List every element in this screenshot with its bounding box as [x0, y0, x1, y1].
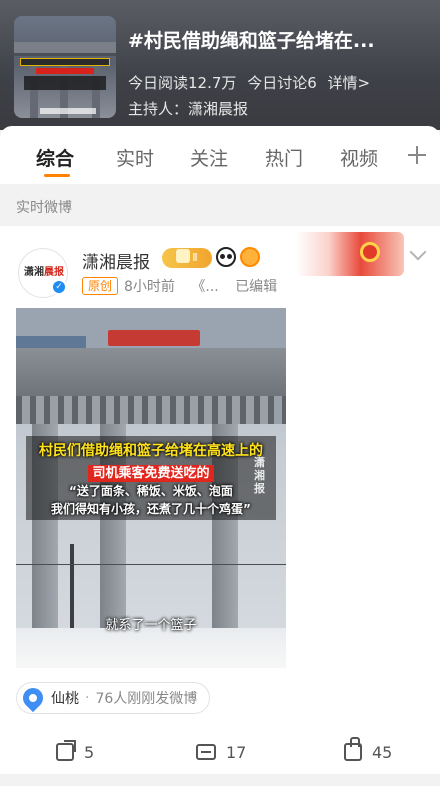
tab-video[interactable]: 视频	[340, 144, 378, 171]
verified-icon: ✓	[51, 279, 67, 295]
topic-thumbnail[interactable]	[14, 16, 116, 118]
video-truck	[108, 330, 200, 346]
topic-host: 主持人：潇湘晨报	[128, 100, 249, 118]
video-bridge-deck	[16, 348, 286, 396]
topic-reads: 今日阅读12.7万	[128, 74, 237, 92]
repost-button[interactable]: 5	[56, 740, 94, 764]
member-badge-level: Ⅱ	[192, 251, 198, 264]
thumbnail-caption-bar	[36, 68, 94, 74]
post-meta: 8小时前 《... 已编辑	[124, 276, 289, 296]
avatar-text-a: 潇湘	[24, 267, 44, 278]
tab-bar: 综合 实时 关注 热门 视频	[0, 126, 440, 184]
video-caption-highlight: 司机乘客免费送吃的	[88, 465, 214, 482]
chevron-down-icon[interactable]	[409, 243, 427, 261]
section-label: 实时微博	[0, 184, 440, 226]
flag-decoration	[296, 232, 404, 276]
video-bridge-railing	[16, 396, 286, 424]
video-caption-line3: “送了面条、稀饭、米饭、泡面	[69, 484, 233, 498]
video-truck	[16, 336, 86, 348]
post-source[interactable]: 《...	[191, 279, 218, 295]
thumbnail-caption-bar	[24, 76, 106, 90]
tab-realtime[interactable]: 实时	[116, 144, 154, 171]
share-icon	[56, 740, 76, 761]
location-separator: ·	[85, 690, 90, 706]
video-snow-ground	[16, 628, 286, 668]
thumbnail-bridge	[14, 42, 116, 56]
original-tag: 原创	[82, 277, 119, 295]
comment-count: 17	[226, 742, 247, 762]
post-edited[interactable]: 已编辑	[235, 279, 277, 295]
bird-icon[interactable]	[240, 247, 260, 267]
panda-icon[interactable]	[216, 247, 236, 267]
tab-comprehensive[interactable]: 综合	[36, 144, 74, 171]
like-button[interactable]: 45	[344, 737, 393, 764]
thumbnail-subtitle	[40, 108, 96, 114]
repost-count: 5	[84, 742, 95, 762]
active-tab-indicator	[44, 174, 70, 177]
post-time: 8小时前	[124, 279, 175, 295]
video-wire	[16, 564, 286, 565]
bottom-divider	[0, 774, 440, 786]
flag-emblem	[360, 242, 380, 262]
location-name: 仙桃	[51, 691, 79, 707]
video-caption-line1: 村民们借助绳和篮子给堵在高速上的	[39, 443, 263, 459]
plus-icon[interactable]	[408, 146, 426, 164]
topic-header: #村民借助绳和篮子给堵在... 今日阅读12.7万 今日讨论6 详情> 主持人：…	[0, 0, 440, 130]
thumbnail-caption-bar	[20, 58, 110, 66]
topic-title: #村民借助绳和篮子给堵在...	[128, 30, 375, 52]
topic-discussions: 今日讨论6	[247, 74, 317, 92]
author-name[interactable]: 潇湘晨报	[82, 248, 150, 273]
video-caption-line2: 司机乘客免费送吃的	[16, 462, 286, 482]
like-icon	[344, 737, 362, 761]
tab-following[interactable]: 关注	[190, 144, 228, 171]
avatar-logo-text: 潇湘晨报	[24, 263, 64, 278]
topic-stats: 今日阅读12.7万 今日讨论6 详情>	[128, 72, 376, 93]
video-watermark: 潇湘报	[254, 456, 265, 495]
video-caption-line4: 我们得知有小孩，还煮了几十个鸡蛋”	[51, 502, 251, 516]
location-tag[interactable]: 仙桃 · 76人刚刚发微博	[16, 682, 211, 714]
comment-icon	[196, 744, 216, 760]
video-subtitle: 就系了一个篮子	[105, 618, 197, 633]
like-count: 45	[372, 742, 393, 762]
topic-details-link[interactable]: 详情>	[328, 74, 371, 92]
comment-button[interactable]: 17	[196, 740, 246, 764]
pin-icon	[18, 683, 48, 713]
tab-hot[interactable]: 热门	[265, 144, 303, 171]
video-thumbnail[interactable]: 村民们借助绳和篮子给堵在高速上的 司机乘客免费送吃的 “送了面条、稀饭、米饭、泡…	[16, 308, 286, 668]
member-badge[interactable]: Ⅱ	[162, 248, 212, 268]
location-info: 76人刚刚发微博	[95, 691, 198, 707]
post-card[interactable]: 潇湘晨报 ✓ 潇湘晨报 Ⅱ 原创 8小时前 《... 已编辑 村民们借助绳和篮子…	[0, 226, 440, 774]
avatar-text-b: 晨报	[44, 267, 64, 278]
